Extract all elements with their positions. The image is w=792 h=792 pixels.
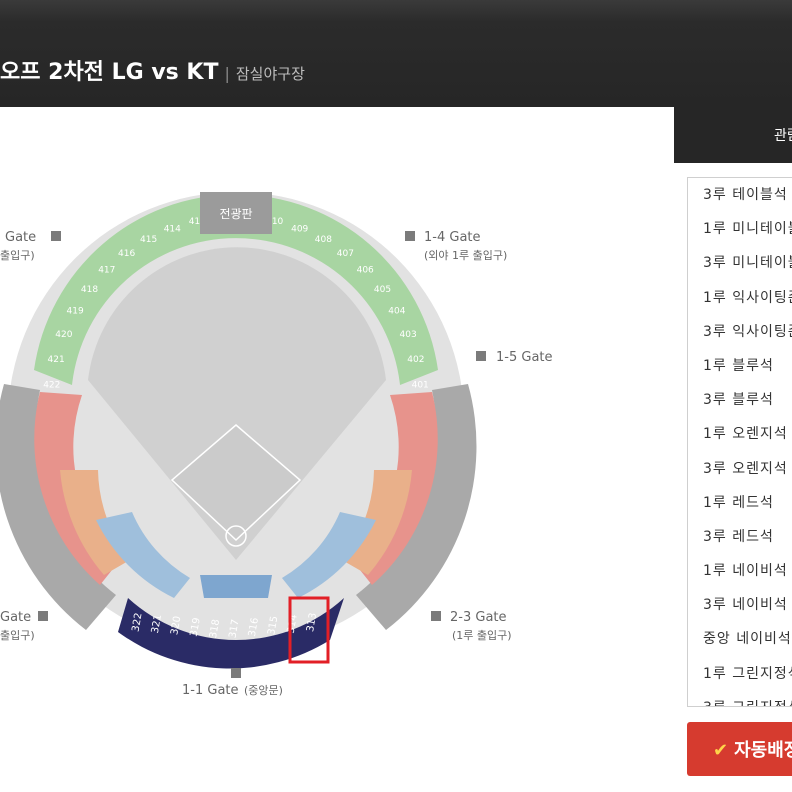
- auto-assign-label: 자동배정: [734, 740, 792, 761]
- outfield-section-label[interactable]: 408: [315, 235, 332, 245]
- outfield-section-label[interactable]: 420: [55, 330, 72, 340]
- gate-left-bottom-sub: 출입구): [0, 629, 35, 642]
- gate-1-4-sub: (외야 1루 출입구): [424, 249, 507, 262]
- outfield-section-label[interactable]: 403: [400, 330, 417, 340]
- center-blue-section: [200, 575, 272, 598]
- outfield-section-label[interactable]: 414: [164, 224, 181, 234]
- gate-2-3-sub: (1루 출입구): [452, 629, 512, 642]
- scoreboard-label: 전광판: [219, 207, 252, 221]
- gate-2-3-label: 2-3 Gate: [450, 610, 507, 625]
- gate-left-top-marker: [51, 231, 61, 241]
- outfield-section-label[interactable]: 422: [43, 381, 60, 391]
- outfield-section-label[interactable]: 418: [81, 285, 98, 295]
- seat-grade-item[interactable]: 3루 그린지정석: [688, 691, 792, 706]
- gate-1-1-sub: (중앙문): [244, 684, 283, 697]
- outfield-section-label[interactable]: 402: [407, 355, 424, 365]
- seat-grade-item[interactable]: 3루 테이블석: [688, 178, 792, 212]
- gate-1-1-label: 1-1 Gate: [182, 683, 239, 698]
- gate-2-3-marker: [431, 611, 441, 621]
- seat-grade-list[interactable]: 3루 테이블석1루 미니테이블석3루 미니테이블석1루 익사이팅존3루 익사이팅…: [687, 177, 792, 707]
- outfield-section-label[interactable]: 409: [291, 224, 308, 234]
- panel-header: 관람: [674, 107, 792, 163]
- seat-grade-item[interactable]: 1루 익사이팅존: [688, 281, 792, 315]
- seat-grade-item[interactable]: 3루 블루석: [688, 383, 792, 417]
- outfield-section-label[interactable]: 407: [337, 249, 354, 259]
- outfield-section-label[interactable]: 406: [357, 266, 374, 276]
- seat-grade-item[interactable]: 3루 익사이팅존: [688, 315, 792, 349]
- gate-1-4-label: 1-4 Gate: [424, 230, 481, 245]
- seat-grade-item[interactable]: 3루 네이비석: [688, 588, 792, 622]
- seat-grade-item[interactable]: 1루 오렌지석: [688, 417, 792, 451]
- gate-left-bottom-marker: [38, 611, 48, 621]
- title-separator: |: [224, 64, 230, 83]
- gate-1-1-marker: [231, 668, 241, 678]
- gate-1-4-marker: [405, 231, 415, 241]
- gate-1-5-label: 1-5 Gate: [496, 350, 553, 365]
- header-bar: 오프 2차전 LG vs KT | 잠실야구장: [0, 0, 792, 107]
- seat-grade-item[interactable]: 1루 미니테이블석: [688, 212, 792, 246]
- seat-grade-item[interactable]: 중앙 네이비석: [688, 622, 792, 656]
- check-icon: ✔: [713, 740, 729, 761]
- outfield-section-label[interactable]: 401: [412, 381, 429, 391]
- outfield-section-label[interactable]: 421: [48, 355, 65, 365]
- outfield-section-label[interactable]: 417: [98, 266, 115, 276]
- outfield-section-label[interactable]: 404: [388, 307, 405, 317]
- outfield-section-label[interactable]: 415: [140, 235, 157, 245]
- seat-map-area: 4224214204194184174164154144134124114104…: [0, 107, 674, 792]
- match-title: 오프 2차전 LG vs KT: [0, 60, 219, 85]
- seat-grade-item[interactable]: 1루 그린지정석: [688, 657, 792, 691]
- gate-left-bottom-label: Gate: [0, 610, 31, 625]
- outfield-section-label[interactable]: 405: [374, 285, 391, 295]
- seat-grade-item[interactable]: 3루 레드석: [688, 520, 792, 554]
- seat-grade-item[interactable]: 1루 레드석: [688, 486, 792, 520]
- gate-left-top-sub: 출입구): [0, 249, 35, 262]
- seat-grade-item[interactable]: 1루 네이비석: [688, 554, 792, 588]
- outfield-section-label[interactable]: 416: [118, 249, 135, 259]
- page-title: 오프 2차전 LG vs KT | 잠실야구장: [0, 54, 305, 86]
- seat-grade-item[interactable]: 3루 미니테이블석: [688, 246, 792, 280]
- stadium-map: 4224214204194184174164154144134124114104…: [0, 192, 553, 698]
- gate-left-top-label: Gate: [5, 230, 36, 245]
- venue-name: 잠실야구장: [235, 65, 305, 83]
- right-panel: 관람 3루 테이블석1루 미니테이블석3루 미니테이블석1루 익사이팅존3루 익…: [674, 107, 792, 792]
- outfield-section-label[interactable]: 419: [67, 307, 84, 317]
- auto-assign-button[interactable]: ✔자동배정: [687, 722, 792, 776]
- seat-grade-item[interactable]: 1루 블루석: [688, 349, 792, 383]
- seat-grade-item[interactable]: 3루 오렌지석: [688, 452, 792, 486]
- gate-1-5-marker: [476, 351, 486, 361]
